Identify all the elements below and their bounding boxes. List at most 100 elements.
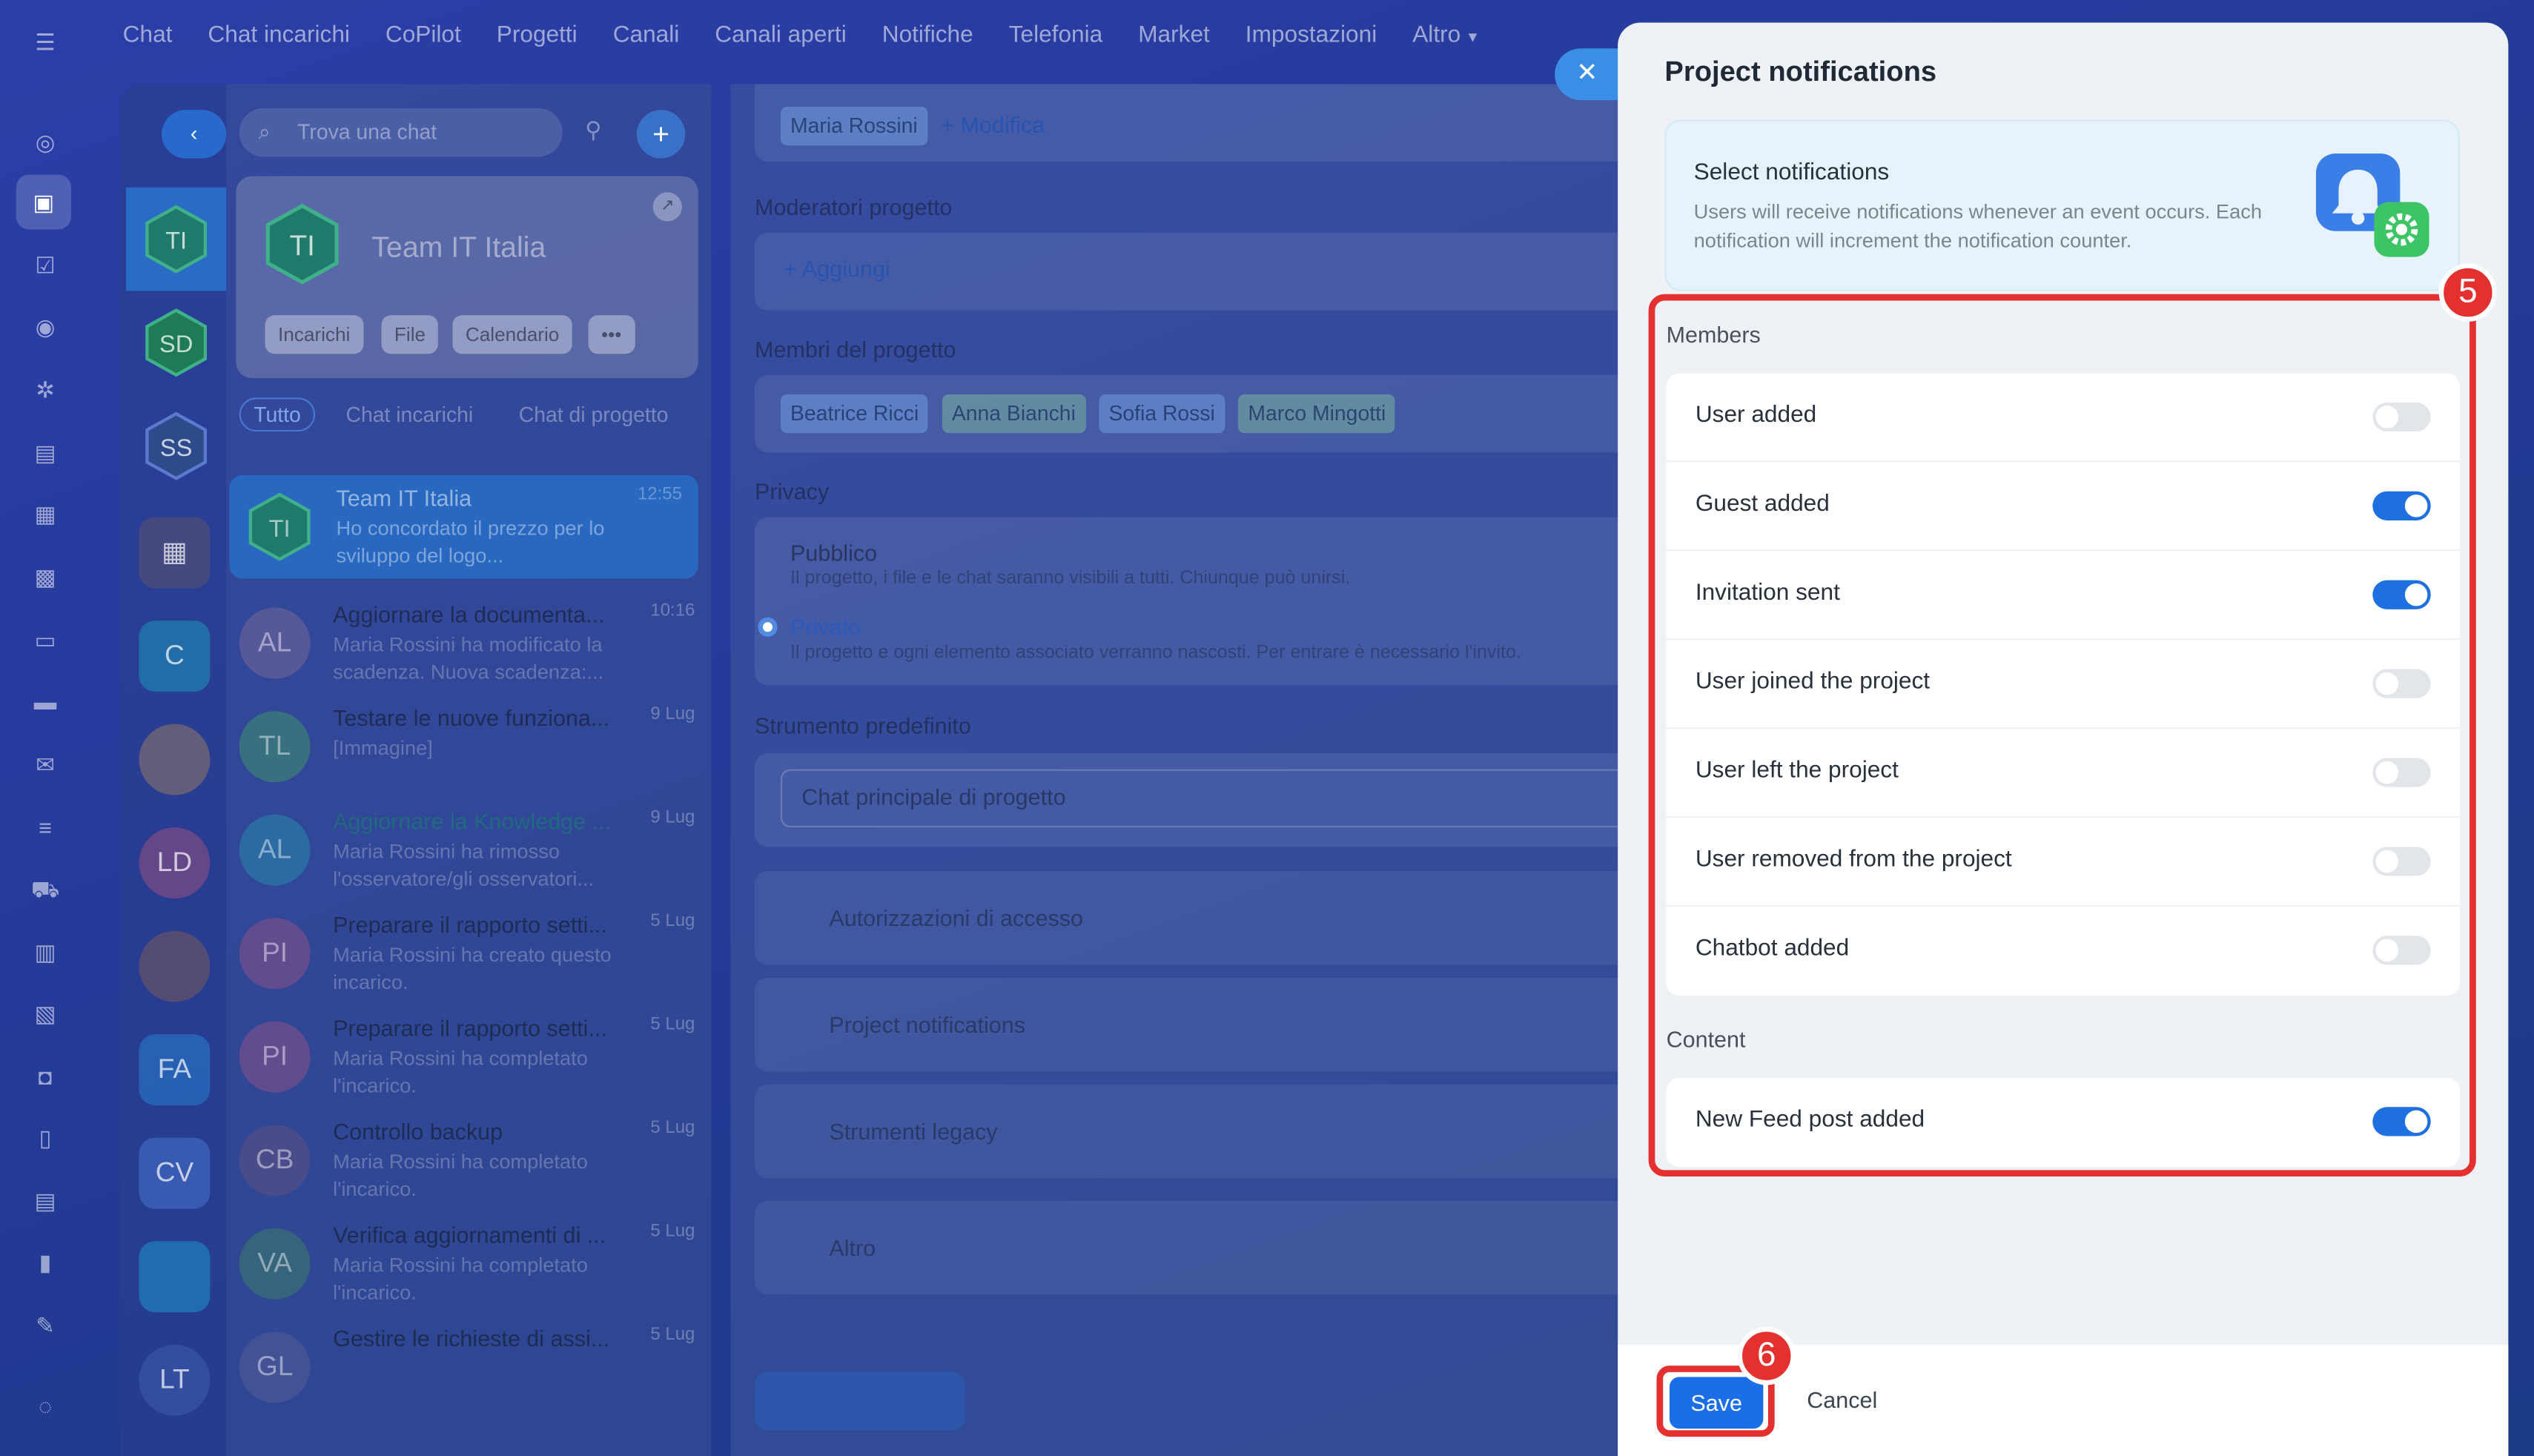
filter-icon[interactable]: ≡ — [26, 808, 64, 847]
inbox-icon[interactable]: ▧ — [26, 994, 64, 1033]
chat-icon[interactable]: ▣ — [16, 174, 71, 230]
nav-canali-aperti[interactable]: Canali aperti — [715, 23, 846, 62]
info-heading: Select notifications — [1693, 159, 1890, 186]
copilot-icon[interactable]: ◉ — [26, 307, 64, 345]
filter-chat-incarichi[interactable]: Chat incarichi — [346, 403, 474, 427]
screen: ☰ ◎ ▣ ☑ ◉ ✲ ▤ ▦ ▩ ▭ ▬ ✉ ≡ ⛟ ▥ ▧ ◘ ▯ ▤ ▮ … — [0, 0, 2534, 1456]
nav-access-permissions[interactable]: Autorizzazioni di accesso — [755, 871, 1660, 965]
chat-snippet: Maria Rossini ha rimosso l'osservatore/g… — [333, 840, 595, 891]
chat-row[interactable]: VA Verifica aggiornamenti di ... Maria Ros… — [226, 1212, 711, 1316]
avatar-ld[interactable]: LD — [139, 827, 211, 899]
page-scrollbar[interactable] — [2515, 23, 2524, 1456]
open-external-icon[interactable]: ↗ — [652, 192, 682, 222]
nav-notifiche[interactable]: Notifiche — [882, 23, 973, 62]
filter-chat-progetto[interactable]: Chat di progetto — [519, 403, 669, 427]
nav-legacy-tools[interactable]: Strumenti legacy — [755, 1084, 1660, 1179]
nav-impostazioni[interactable]: Impostazioni — [1246, 23, 1377, 62]
nav-chat-incarichi[interactable]: Chat incarichi — [208, 23, 349, 62]
chip-calendario[interactable]: Calendario — [452, 315, 572, 354]
public-option[interactable]: Pubblico — [790, 540, 877, 566]
chat-avatar: AL — [239, 607, 311, 679]
avatar-cv[interactable]: CV — [139, 1137, 211, 1209]
nav-telefonia[interactable]: Telefonia — [1009, 23, 1103, 62]
tasks-icon[interactable]: ☑ — [26, 245, 64, 284]
nav-progetti[interactable]: Progetti — [497, 23, 578, 62]
chat-row[interactable]: AL Aggiornare la documenta... Maria Rossin… — [226, 592, 711, 695]
chat-title: Preparare il rapporto setti... — [333, 911, 607, 938]
avatar-hexagon-ti[interactable]: TI — [142, 204, 211, 275]
activity-icon[interactable]: ◎ — [26, 123, 64, 162]
tool-select[interactable]: Chat principale di progetto — [780, 769, 1634, 828]
sign-icon[interactable]: ✎ — [26, 1306, 64, 1344]
chip-more[interactable]: ••• — [588, 315, 635, 354]
owner-field: Maria Rossini + Modifica — [755, 84, 1660, 162]
private-desc: Il progetto e ogni elemento associato ve… — [790, 643, 1521, 663]
avatar-fa[interactable]: FA — [139, 1034, 211, 1106]
member-pill[interactable]: Sofia Rossi — [1099, 394, 1225, 434]
info-card: Select notifications Users will receive … — [1664, 119, 2460, 291]
chat-row[interactable]: CB Controllo backup Maria Rossini ha compl… — [226, 1108, 711, 1212]
cart-icon[interactable]: ⛟ — [26, 870, 64, 908]
filter-icon[interactable]: ⚲ — [585, 116, 601, 144]
mail-icon[interactable]: ✉ — [26, 745, 64, 784]
board-icon[interactable]: ▩ — [26, 557, 64, 596]
chat-row[interactable]: PI Preparare il rapporto setti... Maria Ro… — [226, 901, 711, 1005]
private-option[interactable]: Privato — [790, 614, 861, 640]
nav-market[interactable]: Market — [1138, 23, 1210, 62]
avatar-hexagon-sd[interactable]: SD — [142, 307, 211, 378]
chat-search-input[interactable]: ⌕ Trova una chat — [239, 108, 563, 157]
nav-chat[interactable]: Chat — [123, 23, 173, 62]
nav-project-notifications[interactable]: Project notifications — [755, 977, 1660, 1072]
chart-icon[interactable]: ▮ — [26, 1242, 64, 1281]
chat-row[interactable]: TL Testare le nuove funziona... [Immagine]… — [226, 695, 711, 798]
file-icon[interactable]: ▭ — [26, 621, 64, 659]
more-icon[interactable]: ◌ — [26, 1386, 64, 1425]
chat-row[interactable]: TI Team IT Italia Ho concordato il prezz… — [229, 474, 698, 579]
nav-canali[interactable]: Canali — [613, 23, 680, 62]
chip-file[interactable]: File — [381, 315, 439, 354]
avatar-lt[interactable]: LT — [139, 1344, 211, 1416]
modify-link[interactable]: + Modifica — [941, 111, 1045, 137]
avatar-hexagon-ss[interactable]: SS — [142, 411, 211, 482]
filter-tutto[interactable]: Tutto — [239, 397, 316, 432]
avatar-chat-bubble[interactable] — [139, 1241, 211, 1313]
nav-copilot[interactable]: CoPilot — [386, 23, 461, 62]
calendar-icon[interactable]: ▦ — [26, 494, 64, 533]
add-chat-button[interactable]: + — [636, 110, 686, 159]
privacy-field: Pubblico Il progetto, i file e le chat s… — [755, 517, 1660, 686]
chat-row[interactable]: PI Preparare il rapporto setti... Maria Ro… — [226, 1005, 711, 1109]
avatar-photo[interactable] — [139, 930, 211, 1002]
members-label: Membri del progetto — [755, 336, 956, 363]
nav-altro[interactable]: Altro ▼ — [1412, 23, 1480, 62]
table-icon[interactable]: ▤ — [26, 1182, 64, 1220]
chat-date: 5 Lug — [650, 1015, 695, 1035]
menu-icon[interactable]: ☰ — [26, 23, 64, 62]
avatar-c[interactable]: C — [139, 621, 211, 692]
cancel-button[interactable]: Cancel — [1807, 1386, 1877, 1412]
store-icon[interactable]: ▥ — [26, 933, 64, 971]
private-radio[interactable] — [758, 617, 778, 637]
member-pill[interactable]: Anna Bianchi — [942, 394, 1085, 434]
robot-icon[interactable]: ◘ — [26, 1057, 64, 1096]
public-desc: Il progetto, i file e le chat saranno vi… — [790, 569, 1351, 589]
settings-icon[interactable]: ✲ — [26, 370, 64, 408]
docs-icon[interactable]: ▤ — [26, 433, 64, 471]
chat-title: Preparare il rapporto setti... — [333, 1015, 607, 1041]
calendar-avatar[interactable]: ▦ — [139, 517, 211, 589]
avatar-photo[interactable] — [139, 724, 211, 795]
library-icon[interactable]: ▯ — [26, 1119, 64, 1157]
chat-snippet: Maria Rossini ha modificato la scadenza.… — [333, 633, 604, 684]
card-icon[interactable]: ▬ — [26, 682, 64, 721]
owner-pill[interactable]: Maria Rossini — [780, 106, 927, 146]
chip-incarichi[interactable]: Incarichi — [265, 315, 363, 354]
chat-title: Controllo backup — [333, 1118, 503, 1145]
chevron-down-icon: ▼ — [1465, 29, 1481, 46]
chat-row[interactable]: GL Gestire le richieste di assi... 5 Lug — [226, 1316, 711, 1420]
chat-row[interactable]: AL Aggiornare la Knowledge ... Maria Rossi… — [226, 798, 711, 902]
nav-altro[interactable]: Altro — [755, 1200, 1660, 1295]
collapse-button[interactable]: ‹ — [162, 110, 227, 159]
member-pill[interactable]: Beatrice Ricci — [780, 394, 929, 434]
moderators-add-link[interactable]: + Aggiungi — [755, 232, 1660, 311]
close-panel-button[interactable]: ✕ — [1555, 48, 1620, 101]
member-pill[interactable]: Marco Mingotti — [1238, 394, 1396, 434]
